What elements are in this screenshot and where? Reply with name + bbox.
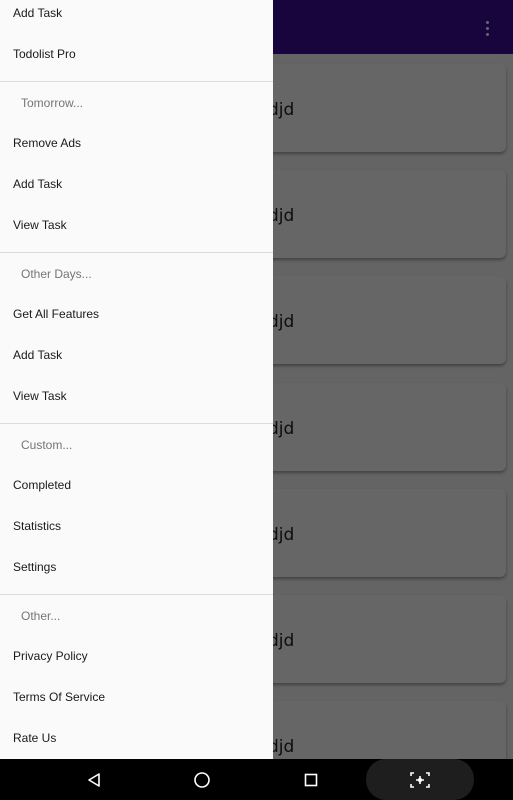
screenshot-button[interactable]	[366, 759, 474, 800]
section-header-other-days: Other Days...	[21, 266, 92, 281]
drawer-item-statistics[interactable]: Statistics	[0, 505, 273, 546]
drawer-item-add-task[interactable]: Add Task	[0, 163, 273, 204]
back-triangle-icon	[88, 772, 100, 787]
home-circle-icon	[194, 771, 210, 788]
drawer-item-completed[interactable]: Completed	[0, 464, 273, 505]
back-button[interactable]	[78, 759, 110, 800]
section-header-tomorrow: Tomorrow...	[21, 95, 84, 110]
drawer-item-view-task[interactable]: View Task	[0, 375, 273, 416]
drawer-item-add-task[interactable]: Add Task	[0, 334, 273, 375]
navigation-drawer: Add Task Todolist Pro Tomorrow... Remove…	[0, 0, 273, 759]
drawer-item-terms-of-service[interactable]: Terms Of Service	[0, 676, 273, 717]
drawer-item-get-all-features[interactable]: Get All Features	[0, 293, 273, 334]
recents-button[interactable]	[295, 759, 327, 800]
recents-square-icon	[304, 773, 318, 786]
section-header-custom: Custom...	[21, 437, 73, 452]
drawer-item-settings[interactable]: Settings	[0, 546, 273, 587]
drawer-item-add-task[interactable]: Add Task	[0, 0, 273, 33]
section-header-other: Other...	[21, 608, 61, 623]
drawer-item-todolist-pro[interactable]: Todolist Pro	[0, 33, 273, 74]
system-navigation-bar	[0, 759, 513, 800]
screenshot-icon	[410, 771, 430, 788]
drawer-item-privacy-policy[interactable]: Privacy Policy	[0, 635, 273, 676]
drawer-item-view-task[interactable]: View Task	[0, 204, 273, 245]
home-button[interactable]	[186, 759, 218, 800]
drawer-item-rate-us[interactable]: Rate Us	[0, 717, 273, 758]
drawer-item-remove-ads[interactable]: Remove Ads	[0, 122, 273, 163]
